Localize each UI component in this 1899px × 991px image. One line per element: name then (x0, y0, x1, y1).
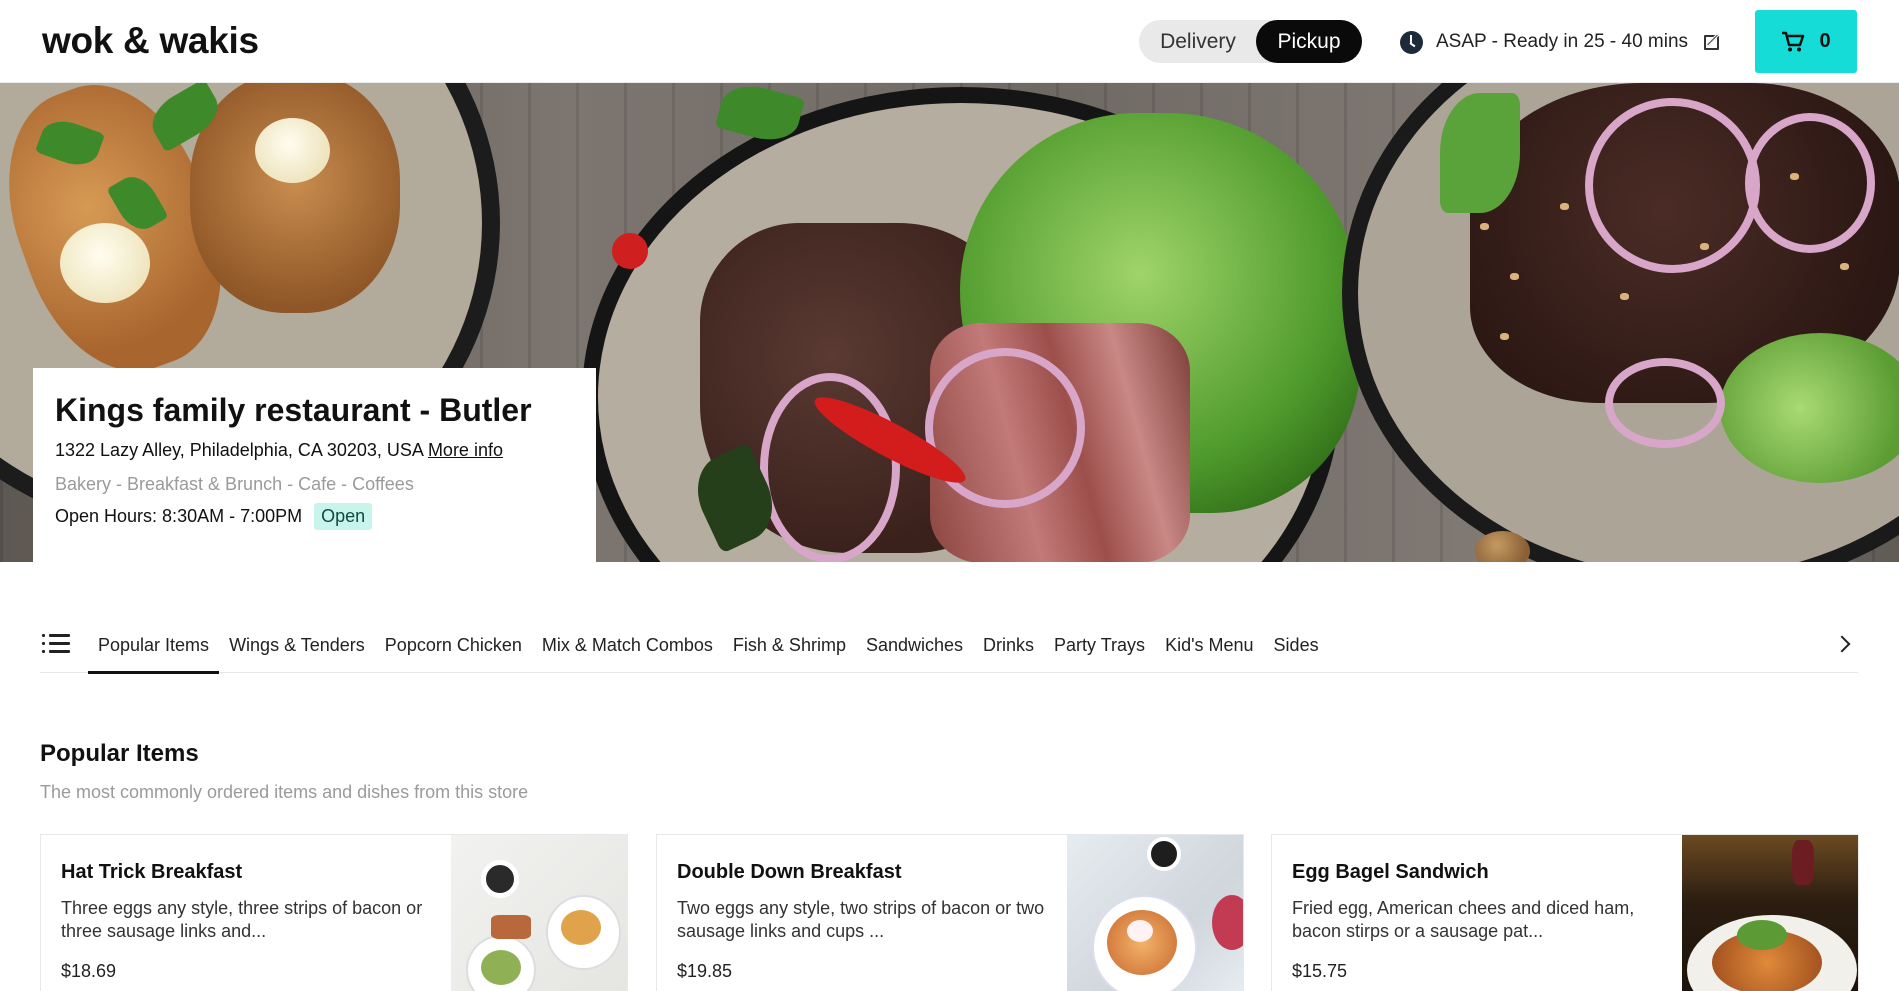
delivery-mode-button[interactable]: Delivery (1139, 20, 1257, 63)
pickup-mode-button[interactable]: Pickup (1256, 20, 1362, 63)
tab-fish-shrimp[interactable]: Fish & Shrimp (723, 617, 856, 673)
order-mode-toggle: Delivery Pickup (1139, 20, 1362, 63)
address-text: 1322 Lazy Alley, Philadelphia, CA 30203,… (55, 440, 423, 460)
more-info-link[interactable]: More info (428, 440, 503, 460)
item-photo (451, 835, 627, 991)
cart-button[interactable]: 0 (1755, 10, 1857, 73)
top-header: wok & wakis Delivery Pickup ASAP - Ready… (0, 0, 1899, 83)
restaurant-address: 1322 Lazy Alley, Philadelphia, CA 30203,… (55, 440, 503, 461)
item-photo (1067, 835, 1243, 991)
order-time-selector[interactable]: ASAP - Ready in 25 - 40 mins (1400, 29, 1723, 55)
open-hours: Open Hours: 8:30AM - 7:00PM Open (55, 503, 373, 530)
restaurant-name: Kings family restaurant - Butler (55, 392, 532, 428)
item-price: $15.75 (1292, 961, 1348, 981)
tab-party-trays[interactable]: Party Trays (1044, 617, 1155, 673)
section-title: Popular Items (40, 740, 199, 767)
item-photo (1682, 835, 1858, 991)
cart-icon (1782, 31, 1805, 51)
clock-icon (1400, 30, 1423, 54)
menu-item-card[interactable]: Hat Trick Breakfast Three eggs any style… (40, 834, 628, 991)
tab-drinks[interactable]: Drinks (973, 617, 1044, 673)
item-name: Hat Trick Breakfast (61, 861, 243, 883)
tab-sandwiches[interactable]: Sandwiches (856, 617, 973, 673)
item-name: Double Down Breakfast (677, 861, 902, 883)
status-badge: Open (314, 503, 373, 530)
item-price: $19.85 (677, 961, 733, 981)
item-description: Three eggs any style, three strips of ba… (61, 898, 423, 941)
tab-sides[interactable]: Sides (1264, 617, 1329, 673)
eta-text: ASAP - Ready in 25 - 40 mins (1436, 31, 1689, 52)
item-price: $18.69 (61, 961, 117, 981)
menu-item-card[interactable]: Double Down Breakfast Two eggs any style… (656, 834, 1244, 991)
category-list-icon[interactable] (42, 633, 70, 655)
category-nav: Popular Items Wings & Tenders Popcorn Ch… (40, 617, 1858, 674)
tab-popcorn-chicken[interactable]: Popcorn Chicken (375, 617, 532, 673)
cart-count: 0 (1819, 30, 1831, 52)
item-description: Two eggs any style, two strips of bacon … (677, 898, 1045, 941)
tab-wings-tenders[interactable]: Wings & Tenders (219, 617, 375, 673)
open-hours-text: Open Hours: 8:30AM - 7:00PM (55, 506, 303, 526)
menu-item-card[interactable]: Egg Bagel Sandwich Fried egg, American c… (1271, 834, 1859, 991)
brand-logo[interactable]: wok & wakis (42, 20, 259, 62)
chevron-right-icon[interactable] (1833, 635, 1851, 653)
restaurant-tags: Bakery - Breakfast & Brunch - Cafe - Cof… (55, 474, 414, 494)
category-tabs: Popular Items Wings & Tenders Popcorn Ch… (88, 617, 1329, 674)
restaurant-info-card: Kings family restaurant - Butler 1322 La… (33, 368, 596, 563)
edit-icon[interactable] (1703, 32, 1723, 52)
section-subtitle: The most commonly ordered items and dish… (40, 782, 529, 802)
tab-mix-match-combos[interactable]: Mix & Match Combos (532, 617, 723, 673)
tab-kids-menu[interactable]: Kid's Menu (1155, 617, 1263, 673)
item-description: Fried egg, American chees and diced ham,… (1292, 898, 1635, 941)
item-name: Egg Bagel Sandwich (1292, 861, 1489, 883)
tab-popular-items[interactable]: Popular Items (88, 617, 220, 674)
